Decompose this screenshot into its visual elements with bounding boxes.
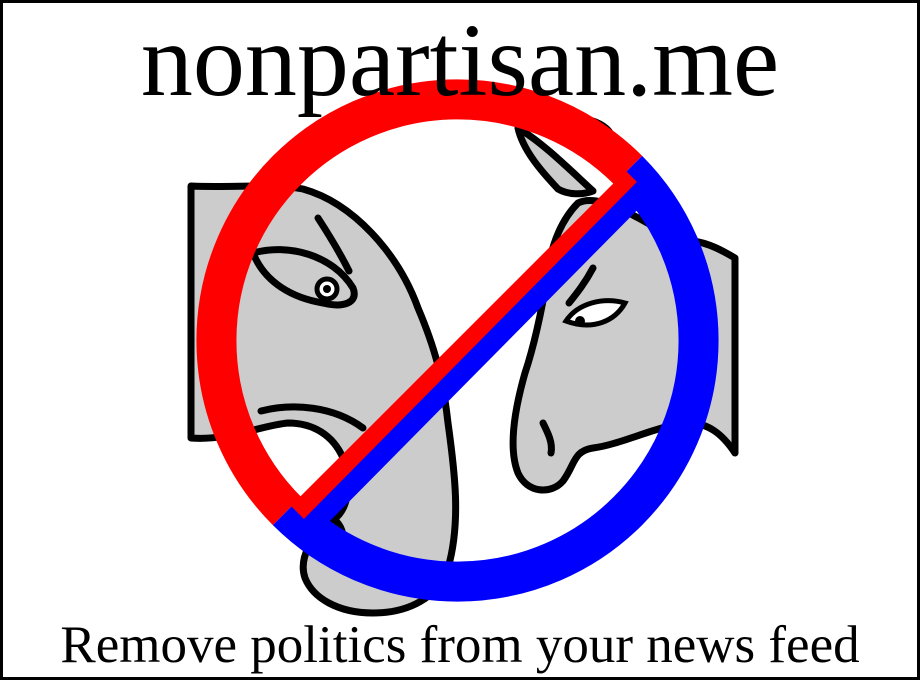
donkey-pupil [575, 316, 585, 326]
elephant-pupil [323, 285, 331, 293]
tagline: Remove politics from your news feed [60, 616, 860, 674]
logo-frame: nonpartisan.me Remove politics from your… [0, 0, 920, 680]
site-title: nonpartisan.me [140, 3, 780, 118]
